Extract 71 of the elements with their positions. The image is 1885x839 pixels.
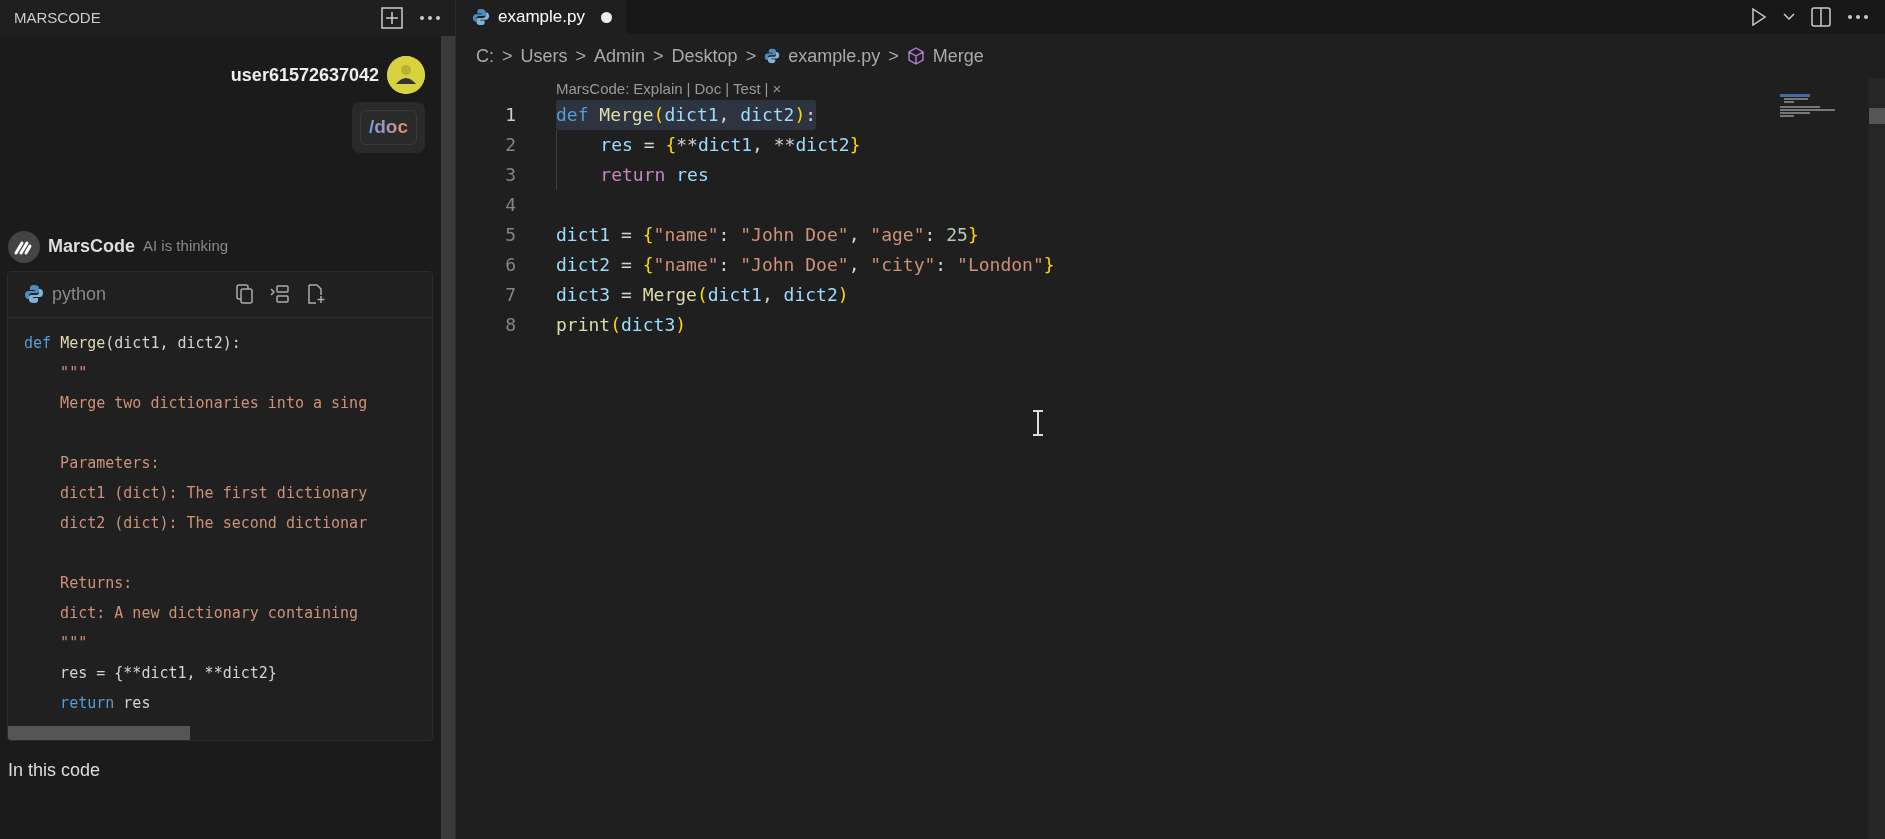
python-icon bbox=[764, 48, 781, 64]
breadcrumb-item[interactable]: Admin bbox=[594, 42, 646, 70]
text-cursor-icon bbox=[1031, 410, 1045, 436]
close-icon[interactable]: × bbox=[772, 77, 782, 101]
code-line: """ bbox=[59, 632, 89, 654]
code-line: dict3 = Merge(dict1, dict2) bbox=[556, 283, 849, 307]
chevron-down-icon[interactable] bbox=[1783, 13, 1795, 21]
python-icon bbox=[472, 8, 490, 26]
code-line: Parameters: bbox=[59, 452, 161, 474]
logo-icon bbox=[8, 230, 40, 263]
status-text: AI is thinking bbox=[143, 236, 229, 257]
line-number: 7 bbox=[504, 283, 517, 307]
breadcrumb-item[interactable]: Desktop bbox=[671, 42, 738, 70]
editor-tab[interactable]: example.py bbox=[456, 0, 626, 34]
code-line: res = {**dict1, **dict2} bbox=[556, 130, 861, 160]
line-number: 6 bbox=[504, 253, 517, 277]
breadcrumb-separator: > bbox=[575, 44, 587, 68]
breadcrumb-item[interactable]: C: bbox=[476, 42, 494, 70]
codelens-label: MarsCode: bbox=[556, 78, 630, 99]
code-line: return res bbox=[556, 160, 709, 190]
codelens-link[interactable]: Test bbox=[733, 77, 761, 101]
line-number: 1 bbox=[504, 103, 517, 127]
split-editor-icon[interactable] bbox=[1811, 7, 1831, 27]
breadcrumb-item[interactable]: example.py bbox=[788, 42, 881, 70]
code-line: def Merge(dict1, dict2): bbox=[24, 332, 242, 354]
breadcrumb-item[interactable]: Merge bbox=[932, 42, 984, 70]
scrollbar[interactable] bbox=[441, 36, 455, 839]
more-icon[interactable] bbox=[1847, 14, 1869, 20]
command-chip: /doc bbox=[359, 110, 417, 145]
line-number: 2 bbox=[504, 133, 517, 157]
python-icon bbox=[24, 284, 44, 304]
code-line: dict2 = {"name": "John Doe", "city": "London"} bbox=[556, 253, 1055, 277]
line-number: 3 bbox=[504, 163, 517, 187]
breadcrumb-separator: > bbox=[502, 44, 513, 68]
codelens-separator: | bbox=[725, 78, 730, 99]
copy-icon[interactable] bbox=[236, 284, 255, 304]
breadcrumb-separator: > bbox=[653, 44, 664, 68]
avatar-icon bbox=[387, 56, 425, 94]
code-line: dict2 (dict): The second dictionar bbox=[59, 512, 369, 534]
insert-icon[interactable] bbox=[270, 284, 291, 304]
code-line: """ bbox=[59, 362, 89, 384]
breadcrumb-item[interactable]: Users bbox=[520, 42, 568, 70]
code-line: res = {**dict1, **dict2} bbox=[59, 662, 278, 684]
code-line: dict1 (dict): The first dictionary bbox=[59, 482, 369, 504]
reply-text: In this code bbox=[7, 758, 102, 782]
line-number: 5 bbox=[504, 223, 517, 247]
assistant-name: MarsCode bbox=[48, 235, 136, 258]
more-icon[interactable] bbox=[419, 15, 441, 21]
code-line: Merge two dictionaries into a sing bbox=[59, 392, 369, 414]
code-line: Returns: bbox=[59, 572, 134, 594]
code-line: dict1 = {"name": "John Doe", "age": 25} bbox=[556, 223, 979, 247]
scrollbar-thumb[interactable] bbox=[1869, 108, 1885, 124]
code-line: print(dict3) bbox=[556, 313, 687, 337]
scrollbar-thumb[interactable] bbox=[8, 725, 190, 740]
code-line: dict: A new dictionary containing bbox=[59, 602, 360, 624]
codelens-separator: | bbox=[686, 78, 691, 99]
new-file-icon[interactable] bbox=[306, 284, 327, 304]
codelens-separator: | bbox=[764, 78, 769, 99]
add-icon[interactable] bbox=[381, 7, 403, 29]
run-icon[interactable] bbox=[1751, 8, 1767, 26]
language-label: python bbox=[52, 282, 107, 306]
codelens-link[interactable]: Doc bbox=[694, 77, 722, 101]
breadcrumb-separator: > bbox=[888, 44, 899, 68]
breadcrumb-separator: > bbox=[745, 44, 757, 68]
line-number: 8 bbox=[504, 313, 517, 337]
cube-icon bbox=[906, 47, 925, 65]
panel-title: MARSCODE bbox=[14, 7, 101, 28]
code-line: return res bbox=[59, 692, 152, 714]
user-name: user61572637042 bbox=[230, 63, 379, 87]
codelens-link[interactable]: Explain bbox=[633, 77, 683, 101]
line-number: 4 bbox=[504, 193, 517, 217]
